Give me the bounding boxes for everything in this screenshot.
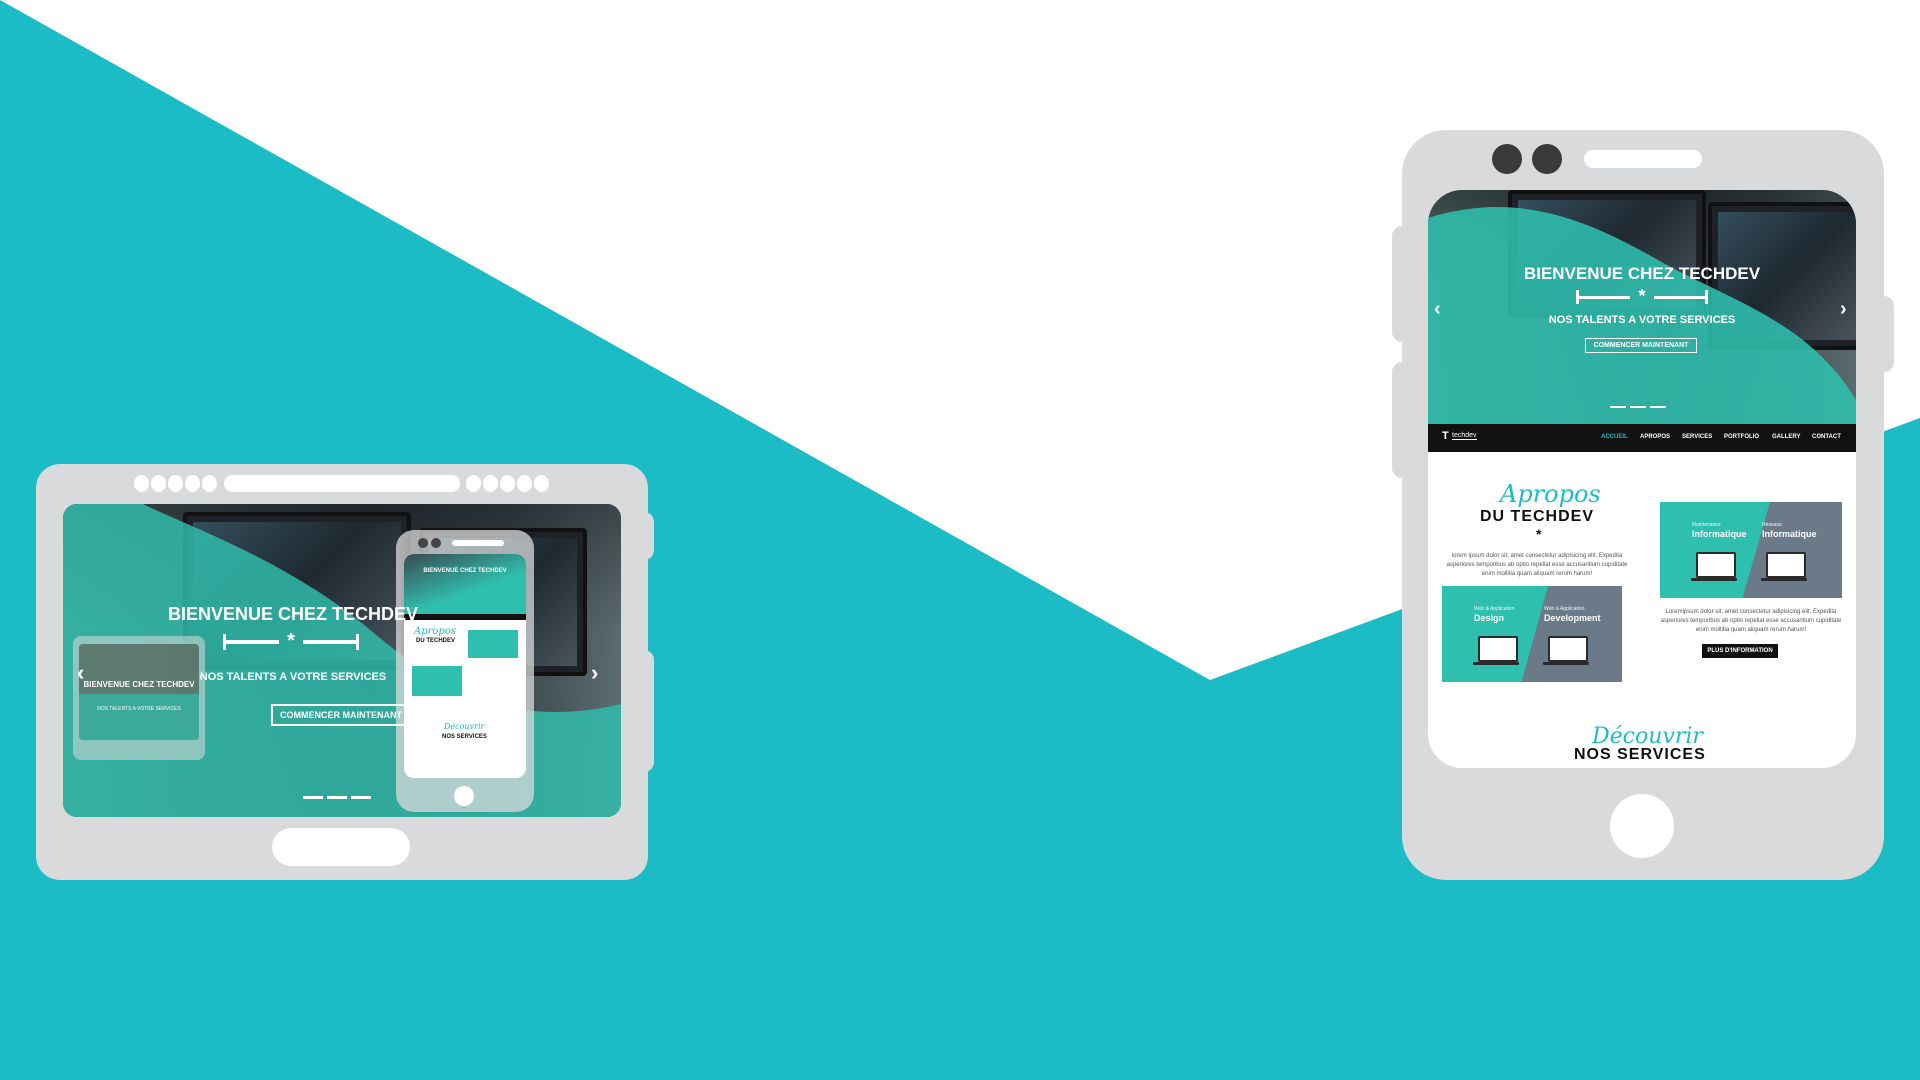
nav-item-contact[interactable]: CONTACT: [1812, 434, 1841, 440]
phone-navbar: T techdev ACCUEIL APROPOS SERVICES PORTF…: [1428, 424, 1856, 452]
laptop-icon: [1478, 636, 1518, 662]
mini-hero-subtitle: NOS TALENTS A VOTRE SERVICES: [97, 706, 181, 712]
phone-hero: BIENVENUE CHEZ TECHDEV * NOS TALENTS A V…: [1428, 190, 1856, 424]
card-label-small: Réseaux: [1762, 522, 1782, 528]
services-heading: NOS SERVICES: [1574, 746, 1706, 763]
apropos-star: *: [1536, 526, 1542, 542]
mini-services-script: Découvrir: [444, 722, 485, 731]
phone-cta-button[interactable]: COMMENCER MAINTENANT: [1585, 338, 1697, 353]
carousel-indicator[interactable]: [303, 796, 323, 799]
phone-home-button: [1610, 794, 1674, 858]
phone-screen: BIENVENUE CHEZ TECHDEV * NOS TALENTS A V…: [1428, 190, 1856, 768]
tablet-sensor-dot: [134, 475, 149, 492]
tablet-speaker-bar: [224, 475, 460, 492]
ornament-line-left: [1576, 296, 1630, 299]
apropos-script-title: Apropos: [1500, 480, 1601, 508]
more-info-button[interactable]: PLUS D'INFORMATION: [1702, 644, 1778, 658]
carousel-indicator[interactable]: [1650, 406, 1666, 408]
ornament-line-right: [303, 640, 359, 644]
nav-item-accueil[interactable]: ACCUEIL: [1601, 434, 1628, 440]
phone-hero-title: BIENVENUE CHEZ TECHDEV: [1523, 264, 1761, 283]
carousel-indicator[interactable]: [1610, 406, 1626, 408]
tablet-sensor-dot: [168, 475, 183, 492]
logo-mark[interactable]: T: [1442, 430, 1449, 442]
nav-item-apropos[interactable]: APROPOS: [1640, 434, 1670, 440]
phone-carousel-prev[interactable]: ‹: [1434, 298, 1441, 321]
card-label-big: Informatique: [1692, 529, 1747, 539]
card-label-big: Development: [1544, 613, 1601, 623]
phone-camera: [1492, 144, 1522, 174]
hero-title: BIENVENUE CHEZ TECHDEV: [167, 604, 419, 624]
nav-item-portfolio[interactable]: PORTFOLIO: [1724, 434, 1759, 440]
carousel-next-arrow[interactable]: ›: [591, 660, 598, 686]
phone-speaker: [1584, 150, 1702, 168]
card-label-big: Design: [1474, 613, 1505, 623]
card-label-small: Maintenance: [1692, 522, 1721, 528]
cta-button[interactable]: COMMENCER MAINTENANT: [271, 704, 411, 726]
mini-apropos-heading: DU TECHDEV: [416, 638, 456, 644]
phone-hero-subtitle: NOS TALENTS A VOTRE SERVICES: [1548, 314, 1736, 326]
laptop-icon: [1696, 552, 1736, 578]
card-label-small: Web & Application: [1474, 606, 1515, 612]
laptop-icon: [1548, 636, 1588, 662]
apropos-text: lorem ipsum dolor sit, amet consectetur …: [1446, 553, 1628, 577]
carousel-indicator[interactable]: [1630, 406, 1646, 408]
hero-subtitle: NOS TALENTS A VOTRE SERVICES: [199, 671, 387, 683]
tablet-sensor-dot: [466, 475, 481, 492]
ornament-line-right: [1654, 296, 1708, 299]
ornament-star: *: [287, 630, 295, 652]
tablet-sensor-dot: [151, 475, 166, 492]
ornament-star: *: [1638, 286, 1646, 306]
tablet-screen: BIENVENUE CHEZ TECHDEV NOS TALENTS A VOT…: [63, 504, 621, 817]
tablet-sensor-dot: [517, 475, 532, 492]
nav-item-gallery[interactable]: GALLERY: [1772, 434, 1800, 440]
carousel-prev-arrow[interactable]: ‹: [77, 660, 84, 686]
tablet-sensor-dot: [202, 475, 217, 492]
apropos-heading: DU TECHDEV: [1480, 508, 1595, 525]
card-label-small: Web & Application: [1544, 606, 1585, 612]
service-card-informatique[interactable]: Maintenance Informatique Réseaux Informa…: [1660, 502, 1842, 598]
mini-services-heading: NOS SERVICES: [442, 734, 487, 740]
tablet-home-button: [272, 828, 410, 866]
mini-apropos-script: Apropos: [414, 626, 456, 637]
mini-phone-hero-title: BIENVENUE CHEZ TECHDEV: [423, 568, 507, 574]
nav-item-services[interactable]: SERVICES: [1682, 434, 1712, 440]
carousel-indicator[interactable]: [351, 796, 371, 799]
tablet-sensor-dot: [185, 475, 200, 492]
carousel-indicator[interactable]: [327, 796, 347, 799]
card-label-big: Informatique: [1762, 529, 1817, 539]
tablet-sensor-dot: [534, 475, 549, 492]
phone-teal-overlay: [1428, 207, 1856, 424]
apropos-text-2: Loremipsum dolor sit, amet consectetur a…: [1660, 609, 1842, 633]
phone-carousel-next[interactable]: ›: [1840, 298, 1847, 321]
tablet-sensor-dot: [500, 475, 515, 492]
tablet-device: BIENVENUE CHEZ TECHDEV NOS TALENTS A VOT…: [36, 464, 648, 880]
ornament-line-left: [223, 640, 279, 644]
phone-camera: [1532, 144, 1562, 174]
phone-device: BIENVENUE CHEZ TECHDEV * NOS TALENTS A V…: [1402, 130, 1884, 880]
service-card-web[interactable]: Web & Application Design Web & Applicati…: [1442, 586, 1622, 682]
mini-tablet-mockup: BIENVENUE CHEZ TECHDEV NOS TALENTS A VOT…: [73, 636, 205, 760]
laptop-icon: [1766, 552, 1806, 578]
tablet-sensor-dot: [483, 475, 498, 492]
logo-text[interactable]: techdev: [1452, 432, 1477, 440]
